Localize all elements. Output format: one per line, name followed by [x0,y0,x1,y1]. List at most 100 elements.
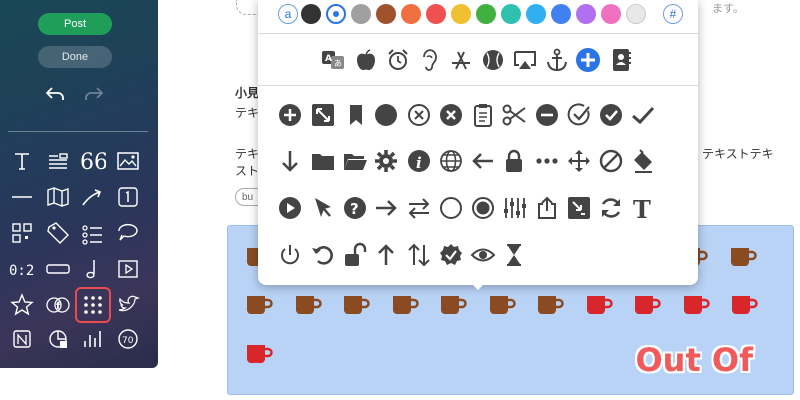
chart-pie-tool-icon[interactable] [44,325,72,353]
video-tool-icon[interactable] [114,255,142,283]
hourglass-icon[interactable] [501,242,527,268]
color-swatch[interactable] [401,4,421,24]
icon-grid-tool-icon[interactable] [75,287,111,323]
post-button[interactable]: Post [38,13,112,35]
color-swatch[interactable] [301,4,321,24]
gear-icon[interactable] [373,148,399,174]
info-icon[interactable]: i [406,148,432,174]
clipboard-icon[interactable] [470,102,496,128]
eye-icon[interactable] [470,242,496,268]
color-swatch[interactable] [351,4,371,24]
check-circle-filled-icon[interactable] [598,102,624,128]
color-swatch[interactable] [426,4,446,24]
fill-bucket-icon[interactable] [630,148,656,174]
progress-tool-icon[interactable]: 70 [114,325,142,353]
share-icon[interactable] [534,195,560,221]
folder-open-icon[interactable] [342,148,368,174]
move-arrows-icon[interactable] [566,148,592,174]
unlock-icon[interactable] [342,242,368,268]
checkmark-icon[interactable] [630,102,656,128]
sort-arrows-icon[interactable] [406,242,432,268]
color-swatch[interactable] [501,4,521,24]
category-ear-icon[interactable] [416,47,442,73]
power-icon[interactable] [277,242,303,268]
bar-chart-tool-icon[interactable] [78,325,106,353]
quote-tool-icon[interactable]: 66 [78,147,108,175]
category-translate-icon[interactable]: Aあ [320,47,346,73]
close-circle-filled-icon[interactable] [438,102,464,128]
check-circle-outline-icon[interactable] [566,102,592,128]
swap-arrows-icon[interactable] [406,195,432,221]
image-tool-icon[interactable] [114,147,142,175]
more-dots-icon[interactable] [534,148,560,174]
minus-circle-icon[interactable] [534,102,560,128]
category-airplay-icon[interactable] [512,47,538,73]
arrow-down-icon[interactable] [277,148,303,174]
category-address-book-icon[interactable] [608,47,634,73]
category-alarm-clock-icon[interactable] [385,47,411,73]
arrow-left-icon[interactable] [470,148,496,174]
radio-selected-icon[interactable] [470,195,496,221]
divider-tool-icon[interactable] [8,183,36,211]
color-swatch[interactable] [601,4,621,24]
color-swatch[interactable] [326,4,346,24]
redo-icon[interactable] [82,82,106,106]
done-button[interactable]: Done [38,46,112,68]
color-swatch[interactable] [476,4,496,24]
hex-color-button[interactable]: # [663,4,683,24]
cup-filled-icon [729,245,757,269]
cursor-pointer-icon[interactable] [310,195,336,221]
play-circle-icon[interactable] [277,195,303,221]
close-circle-outline-icon[interactable] [406,102,432,128]
category-add-selected-icon[interactable] [575,47,601,73]
folder-icon[interactable] [310,148,336,174]
collapse-icon[interactable] [566,195,592,221]
color-swatch[interactable] [551,4,571,24]
undo-icon[interactable] [43,82,67,106]
verified-badge-icon[interactable] [438,242,464,268]
checklist-tool-icon[interactable] [78,219,106,247]
countdown-tool-icon[interactable]: 0:2 [8,255,36,283]
button-tool-icon[interactable] [44,255,72,283]
category-app-store-icon[interactable] [448,47,474,73]
text-tool-icon[interactable] [8,147,36,175]
undo-arrow-icon[interactable] [310,242,336,268]
plus-circle-icon[interactable] [277,102,303,128]
globe-icon[interactable] [438,148,464,174]
circle-outline-icon[interactable] [438,195,464,221]
star-tool-icon[interactable] [8,291,36,319]
prohibited-icon[interactable] [598,148,624,174]
number-tool-icon[interactable] [114,183,142,211]
notion-tool-icon[interactable] [8,325,36,353]
serif-text-icon[interactable]: T [630,195,656,224]
color-swatch[interactable] [576,4,596,24]
color-swatch[interactable] [526,4,546,24]
refresh-icon[interactable] [598,195,624,221]
bookmark-icon[interactable] [343,102,369,128]
color-swatch[interactable] [451,4,471,24]
price-tag-tool-icon[interactable] [44,219,72,247]
category-baseball-icon[interactable] [480,47,506,73]
lock-icon[interactable] [501,148,527,174]
cup-empty-icon [633,293,661,317]
scissors-icon[interactable] [501,102,527,128]
category-anchor-icon[interactable] [544,47,570,73]
speech-bubble-tool-icon[interactable] [114,219,142,247]
music-tool-icon[interactable] [78,255,106,283]
color-swatch[interactable] [376,4,396,24]
question-circle-icon[interactable]: ? [342,195,368,221]
facebook-tool-icon[interactable]: f [44,291,72,319]
color-swatch[interactable] [626,4,646,24]
arrow-up-icon[interactable] [373,242,399,268]
custom-color-letter-button[interactable]: a [278,4,298,24]
arrow-right-icon[interactable] [373,195,399,221]
expand-icon[interactable] [310,102,336,128]
category-apple-icon[interactable] [353,47,379,73]
twitter-tool-icon[interactable] [114,291,142,319]
circle-filled-icon[interactable] [373,102,399,128]
qr-code-tool-icon[interactable] [8,219,36,247]
map-tool-icon[interactable] [44,183,72,211]
arrow-tool-icon[interactable] [78,183,106,211]
paragraph-tool-icon[interactable] [44,147,72,175]
sliders-icon[interactable] [501,195,527,221]
